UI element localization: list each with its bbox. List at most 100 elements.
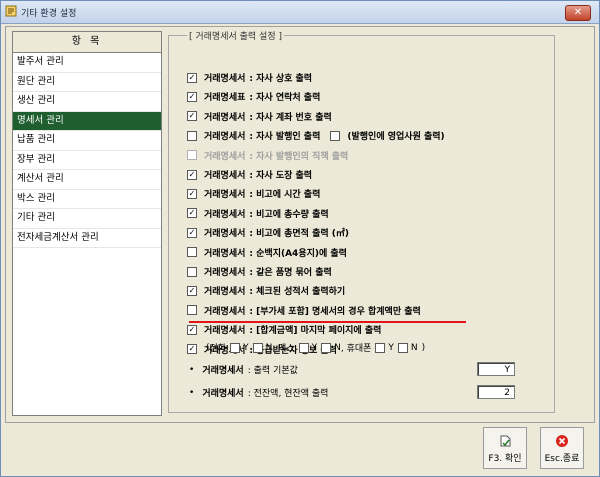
balance-output-input[interactable]: 2 bbox=[477, 385, 515, 399]
option-label: 거래명세서 bbox=[204, 306, 246, 317]
contact-mobile-label: , 휴대폰 bbox=[340, 344, 372, 354]
contact-options-row: ( 전화 Y N , 팩스 Y N , 휴대폰 Y N ) bbox=[206, 341, 425, 354]
option-label: 거래명세서 bbox=[204, 287, 246, 298]
option-checkbox[interactable] bbox=[187, 208, 197, 219]
option-row: 거래명세서: 자사 발행인 출력 (발행인에 영업사원 출력) bbox=[187, 129, 445, 142]
mobile-y-checkbox[interactable] bbox=[375, 342, 386, 353]
option-checkbox[interactable] bbox=[187, 72, 197, 83]
option-checkbox[interactable] bbox=[187, 285, 197, 296]
bullet-icon: • bbox=[189, 387, 195, 398]
contact-close: ) bbox=[421, 342, 426, 353]
option-row: 거래명세서: 같은 품명 묶어 출력 bbox=[187, 265, 332, 278]
option-text: : 자사 발행인의 직책 출력 bbox=[249, 151, 349, 162]
fax-y-label: Y bbox=[311, 342, 318, 353]
option-label: 거래명세서 bbox=[204, 190, 246, 201]
sidebar-header: 항 목 bbox=[13, 32, 161, 53]
option-row: 거래명세서: 비고에 총수량 출력 bbox=[187, 207, 329, 220]
option-row: 거래명세서: 순백지(A4용지)에 출력 bbox=[187, 246, 347, 259]
sidebar-item[interactable]: 기타 관리 bbox=[13, 209, 161, 229]
sidebar-item[interactable]: 발주서 관리 bbox=[13, 53, 161, 73]
option-label: 거래명세서 bbox=[204, 326, 246, 337]
fax-y-checkbox[interactable] bbox=[298, 342, 309, 353]
sidebar-list: 발주서 관리 원단 관리 생산 관리 명세서 관리 납품 관리 장부 관리 계산서 관리 박스… bbox=[13, 53, 161, 248]
sidebar-item[interactable]: 납품 관리 bbox=[13, 131, 161, 151]
exit-button[interactable]: Esc.종료 bbox=[540, 427, 584, 469]
sidebar-item[interactable]: 원단 관리 bbox=[13, 73, 161, 92]
window-close-button[interactable]: ✕ bbox=[565, 5, 591, 21]
option-row: 거래명세서: 자사 계좌 번호 출력 bbox=[187, 110, 332, 123]
contact-phone-label: 전화 bbox=[209, 344, 227, 354]
option-checkbox[interactable] bbox=[187, 266, 197, 277]
option-checkbox[interactable] bbox=[187, 247, 197, 258]
bullet-icon: • bbox=[189, 364, 195, 375]
sidebar-item[interactable]: 명세서 관리 bbox=[13, 111, 161, 131]
mobile-n-checkbox[interactable] bbox=[397, 342, 408, 353]
option-row: 거래명세서: 비고에 총면적 출력 (㎡) bbox=[187, 226, 349, 239]
contact-fax-label: , 팩스 bbox=[272, 344, 295, 354]
option-checkbox[interactable] bbox=[187, 130, 197, 141]
option-row: 거래명세서: 자사 상호 출력 bbox=[187, 71, 312, 84]
highlight-underline bbox=[189, 321, 466, 323]
fax-n-checkbox[interactable] bbox=[321, 342, 332, 353]
option-text: : 비고에 총면적 출력 (㎡) bbox=[249, 229, 350, 240]
option-checkbox[interactable] bbox=[187, 324, 197, 335]
default-output-row: • 거래명세서 : 출력 기본값 bbox=[187, 363, 298, 377]
option-checkbox[interactable] bbox=[187, 169, 197, 180]
option-text: : 자사 발행인 출력 bbox=[249, 132, 321, 143]
option-label: 거래명세서 bbox=[204, 74, 246, 84]
option-text: : 비고에 총수량 출력 bbox=[249, 209, 329, 220]
group-title: [ 거래명세서 출력 설정 ] bbox=[187, 29, 284, 42]
option-checkbox[interactable] bbox=[187, 305, 197, 316]
balance-row-label: 거래명세서 bbox=[202, 389, 244, 399]
option-checkbox[interactable] bbox=[187, 344, 197, 355]
confirm-label: F3. 확인 bbox=[488, 454, 522, 464]
fax-n-label: N bbox=[334, 342, 341, 353]
confirm-button[interactable]: F3. 확인 bbox=[483, 427, 527, 469]
mobile-y-label: Y bbox=[388, 342, 394, 353]
option-label: 거래명세서 bbox=[204, 171, 246, 181]
option-row: 거래명세서: [부가세 포함] 명세서의 경우 합계액만 출력 bbox=[187, 304, 421, 317]
option-checkbox bbox=[187, 150, 197, 161]
option-text: : 비고에 시간 출력 bbox=[249, 190, 321, 201]
option-text: : 자사 연락처 출력 bbox=[249, 93, 321, 104]
default-output-input[interactable]: Y bbox=[477, 362, 515, 376]
default-row-text: : 출력 기본값 bbox=[247, 366, 298, 376]
sidebar-item[interactable]: 전자세금계산서 관리 bbox=[13, 229, 161, 248]
sidebar-item[interactable]: 박스 관리 bbox=[13, 190, 161, 209]
window-title: 기타 환경 설정 bbox=[21, 9, 77, 19]
option-checkbox[interactable] bbox=[187, 188, 197, 199]
option-text: : 순백지(A4용지)에 출력 bbox=[249, 248, 347, 259]
sidebar-item[interactable]: 장부 관리 bbox=[13, 151, 161, 170]
option-text: : 체크된 성적서 출력하기 bbox=[249, 287, 346, 298]
app-icon bbox=[5, 5, 17, 17]
phone-y-checkbox[interactable] bbox=[230, 342, 241, 353]
option-checkbox[interactable] bbox=[187, 227, 197, 238]
sales-rep-checkbox[interactable] bbox=[330, 130, 341, 141]
option-text: : 자사 상호 출력 bbox=[249, 74, 313, 84]
balance-row-text: : 전잔액, 현잔액 출력 bbox=[247, 389, 329, 399]
option-label: 거래명세서 bbox=[204, 268, 246, 278]
option-label: 거래명세서 bbox=[204, 229, 246, 240]
mobile-n-label: N bbox=[410, 342, 418, 353]
option-row: 거래명세서: [합계금액] 마지막 페이지에 출력 bbox=[187, 323, 381, 336]
option-row: 거래명세표: 자사 연락처 출력 bbox=[187, 90, 320, 103]
sales-rep-label: (발행인에 영업사원 출력) bbox=[347, 132, 445, 143]
option-text: : 자사 도장 출력 bbox=[249, 171, 313, 181]
option-text: : [합계금액] 마지막 페이지에 출력 bbox=[249, 326, 382, 337]
option-checkbox[interactable] bbox=[187, 91, 197, 102]
balance-output-row: • 거래명세서 : 전잔액, 현잔액 출력 bbox=[187, 386, 329, 400]
default-row-label: 거래명세서 bbox=[202, 366, 244, 376]
option-label: 거래명세표 bbox=[204, 93, 246, 104]
sidebar-item[interactable]: 생산 관리 bbox=[13, 92, 161, 112]
phone-n-label: N bbox=[265, 342, 273, 353]
option-label: 거래명세서 bbox=[204, 112, 246, 123]
sidebar-item[interactable]: 계산서 관리 bbox=[13, 170, 161, 190]
confirm-icon bbox=[500, 435, 511, 447]
phone-n-checkbox[interactable] bbox=[252, 342, 263, 353]
exit-label: Esc.종료 bbox=[544, 454, 580, 464]
option-checkbox[interactable] bbox=[187, 111, 197, 122]
option-text: : [부가세 포함] 명세서의 경우 합계액만 출력 bbox=[249, 306, 421, 317]
category-sidebar: 항 목 발주서 관리 원단 관리 생산 관리 명세서 관리 납품 관리 장부 관리 계산서 … bbox=[12, 31, 162, 416]
option-label: 거래명세서 bbox=[204, 209, 246, 220]
option-row: 거래명세서: 체크된 성적서 출력하기 bbox=[187, 284, 345, 297]
